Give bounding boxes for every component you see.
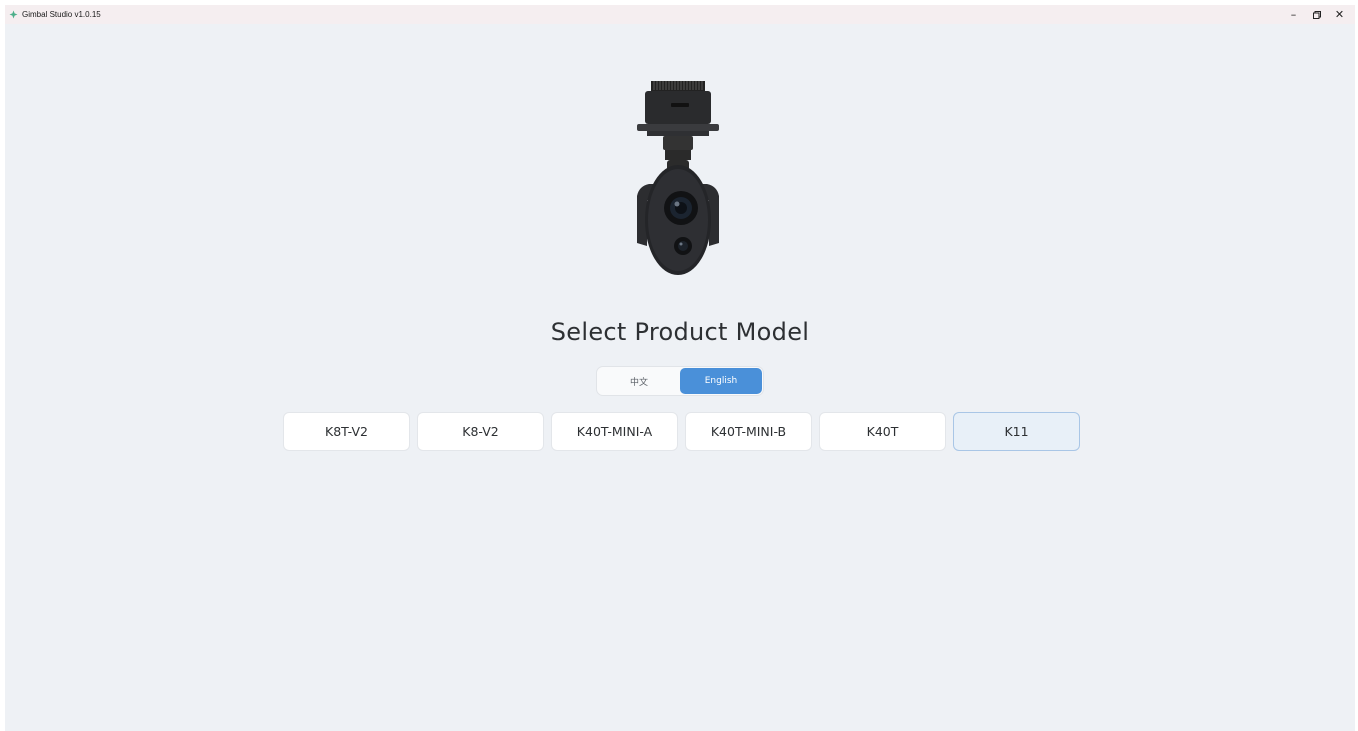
model-button-k40t-mini-a[interactable]: K40T-MINI-A xyxy=(551,412,678,451)
model-button-k8t-v2[interactable]: K8T-V2 xyxy=(283,412,410,451)
minimize-button[interactable]: – xyxy=(1282,5,1305,24)
model-button-k8-v2[interactable]: K8-V2 xyxy=(417,412,544,451)
window-controls: – ✕ xyxy=(1282,5,1355,24)
restore-icon xyxy=(1312,10,1321,19)
close-button[interactable]: ✕ xyxy=(1328,5,1351,24)
model-button-k40t-mini-b[interactable]: K40T-MINI-B xyxy=(685,412,812,451)
model-button-k40t[interactable]: K40T xyxy=(819,412,946,451)
model-button-k11[interactable]: K11 xyxy=(953,412,1080,451)
language-option-english[interactable]: English xyxy=(680,368,762,394)
page-title: Select Product Model xyxy=(550,318,810,346)
gimbal-camera-image xyxy=(617,78,739,278)
language-toggle: 中文 English xyxy=(596,366,764,396)
restore-button[interactable] xyxy=(1305,5,1328,24)
window-title: Gimbal Studio v1.0.15 xyxy=(22,10,101,19)
app-logo-icon xyxy=(9,10,18,19)
app-window: Gimbal Studio v1.0.15 – ✕ Select Product… xyxy=(5,5,1355,731)
title-bar[interactable]: Gimbal Studio v1.0.15 – ✕ xyxy=(5,5,1355,24)
language-option-chinese[interactable]: 中文 xyxy=(598,368,680,394)
model-list: K8T-V2 K8-V2 K40T-MINI-A K40T-MINI-B K40… xyxy=(283,412,1080,451)
